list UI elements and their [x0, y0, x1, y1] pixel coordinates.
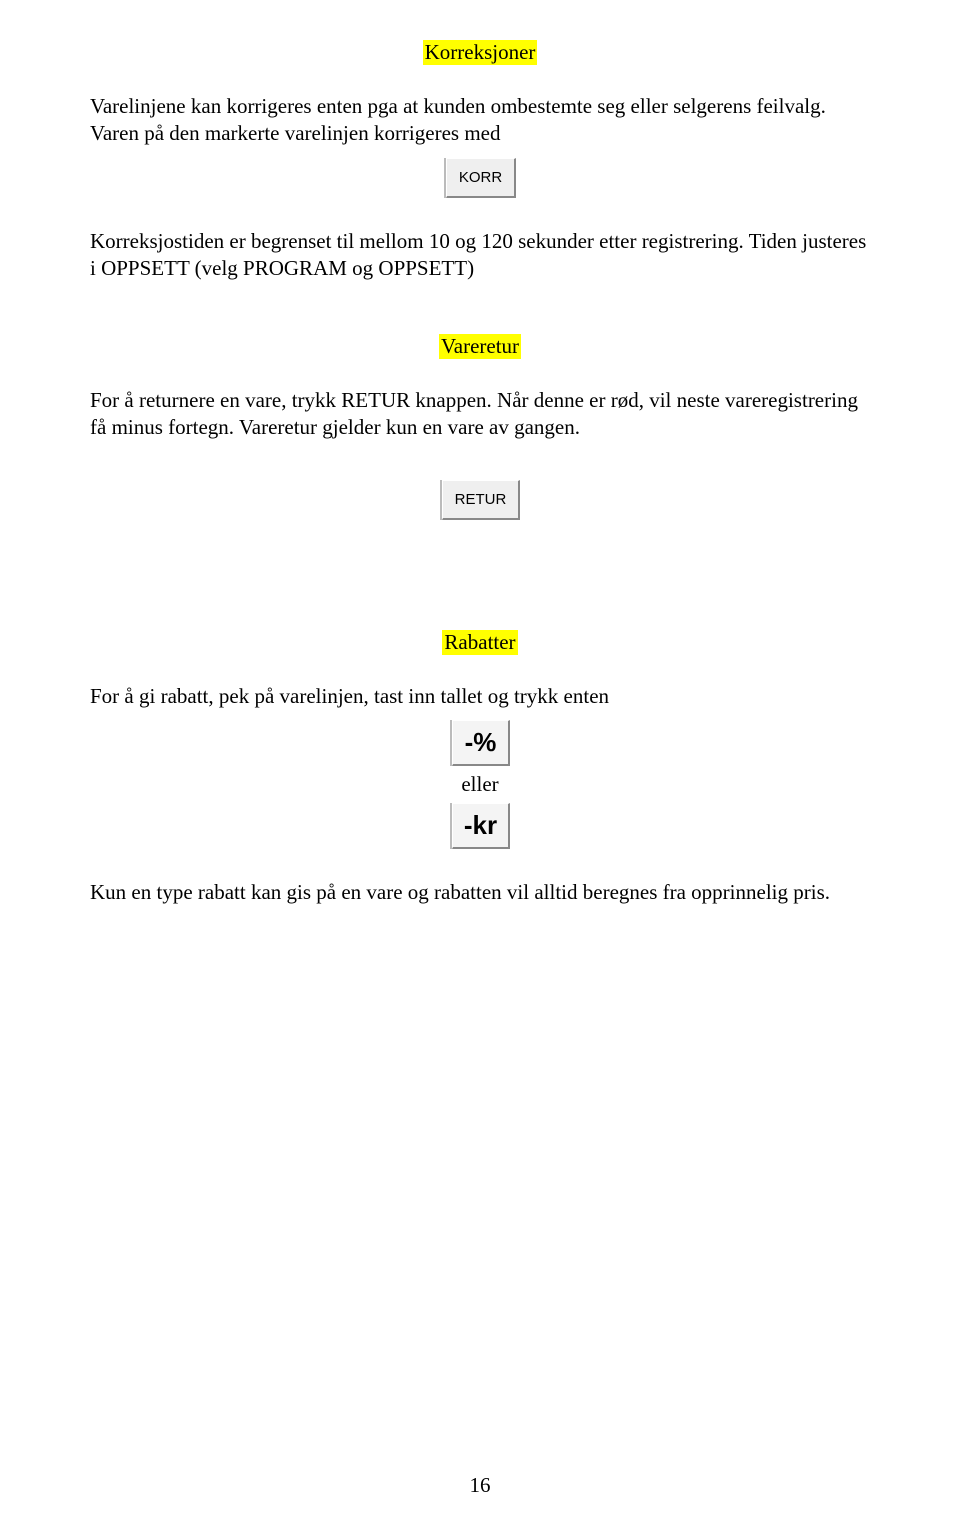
kr-discount-button[interactable]: -kr — [452, 803, 510, 849]
paragraph: For å gi rabatt, pek på varelinjen, tast… — [90, 683, 870, 710]
text-vareretur: For å returnere en vare, trykk RETUR kna… — [90, 387, 870, 442]
text-eller: eller — [461, 772, 498, 796]
paragraph: Kun en type rabatt kan gis på en vare og… — [90, 879, 870, 906]
button-frame: -% — [450, 720, 510, 766]
paragraph: For å returnere en vare, trykk RETUR kna… — [90, 387, 870, 442]
retur-button[interactable]: RETUR — [442, 480, 521, 520]
text-korr-intro: Varelinjene kan korrigeres enten pga at … — [90, 93, 870, 148]
button-frame: RETUR — [440, 480, 521, 520]
heading-vareretur: Vareretur — [439, 334, 521, 359]
text-rabatt-intro: For å gi rabatt, pek på varelinjen, tast… — [90, 683, 870, 710]
heading-korreksjoner: Korreksjoner — [423, 40, 538, 65]
korr-button[interactable]: KORR — [446, 158, 516, 198]
heading-row: Korreksjoner — [90, 40, 870, 65]
percent-discount-button[interactable]: -% — [452, 720, 510, 766]
button-row: -kr — [90, 803, 870, 849]
button-frame: -kr — [450, 803, 510, 849]
button-row: -% — [90, 720, 870, 766]
or-row: eller — [90, 772, 870, 797]
page-number: 16 — [0, 1473, 960, 1498]
heading-row: Rabatter — [90, 630, 870, 655]
text-rabatt-note: Kun en type rabatt kan gis på en vare og… — [90, 879, 870, 906]
paragraph: Varelinjene kan korrigeres enten pga at … — [90, 93, 870, 148]
document-page: Korreksjoner Varelinjene kan korrigeres … — [0, 0, 960, 1526]
text-korr-time: Korreksjostiden er begrenset til mellom … — [90, 228, 870, 283]
button-row: RETUR — [90, 480, 870, 520]
paragraph: Korreksjostiden er begrenset til mellom … — [90, 228, 870, 283]
heading-row: Vareretur — [90, 334, 870, 359]
button-row: KORR — [90, 158, 870, 198]
heading-rabatter: Rabatter — [442, 630, 517, 655]
button-frame: KORR — [444, 158, 516, 198]
